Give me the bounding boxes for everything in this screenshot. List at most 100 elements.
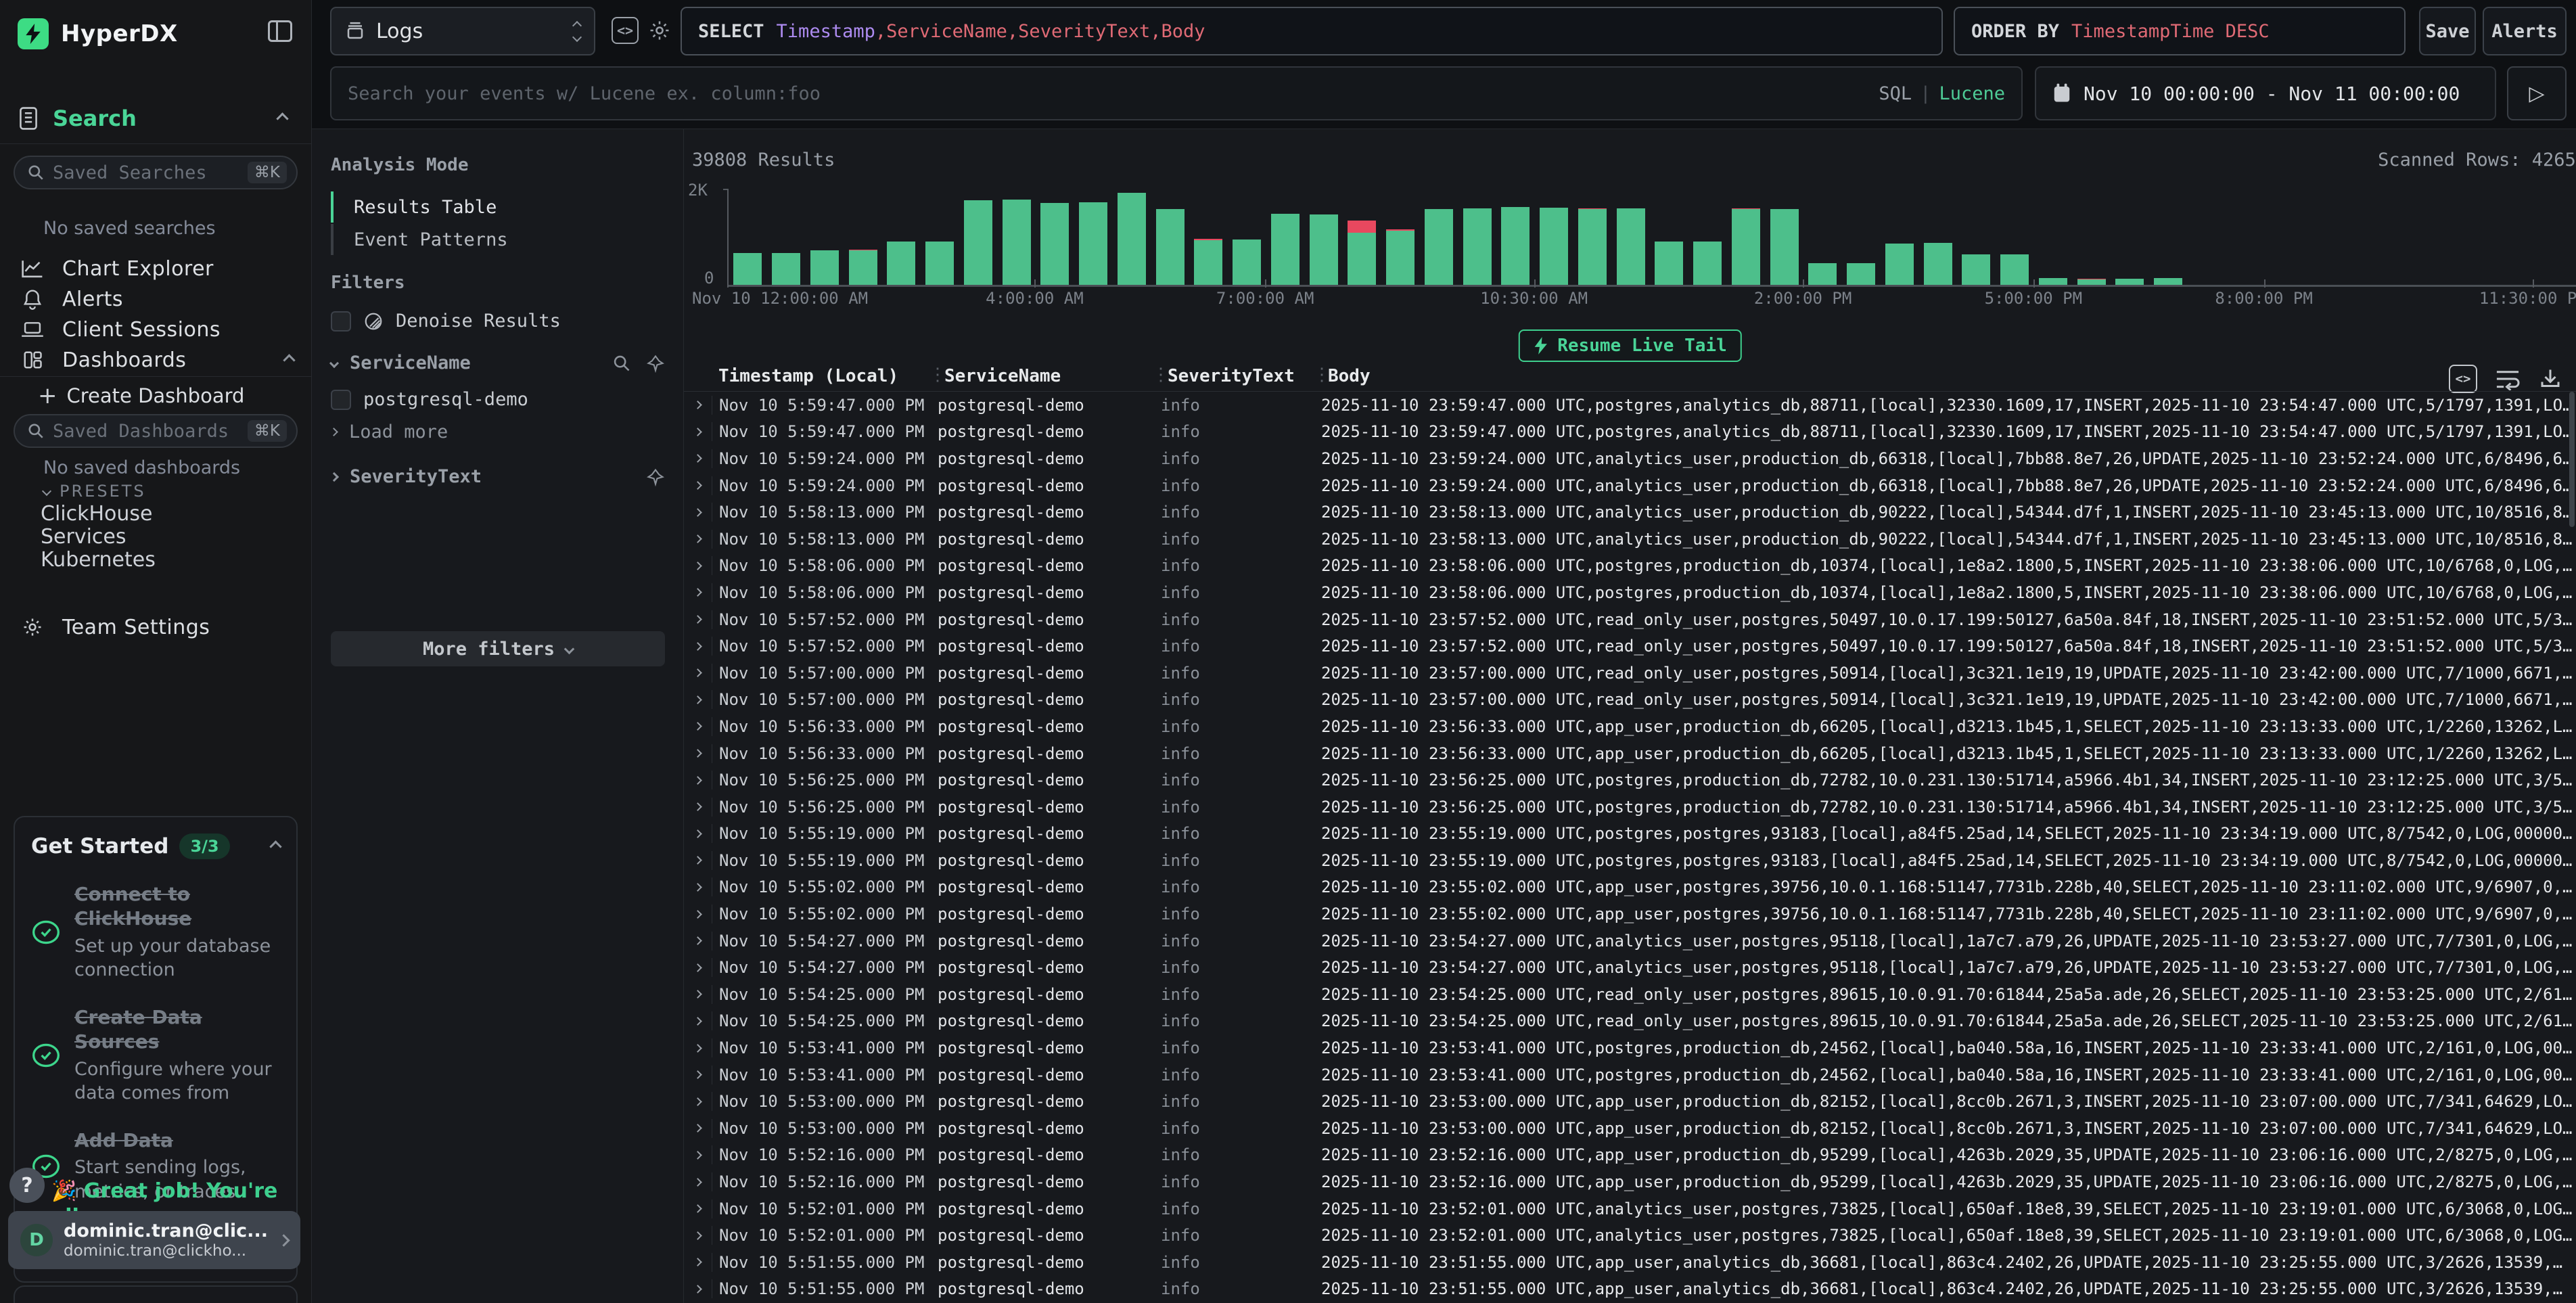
table-row[interactable]: Nov 10 5:57:52.000 PM postgresql-demo in…: [684, 606, 2576, 633]
expand-row-button[interactable]: [684, 965, 712, 971]
expand-row-button[interactable]: [684, 402, 712, 408]
histogram-bar[interactable]: [1003, 200, 1031, 285]
table-row[interactable]: Nov 10 5:53:41.000 PM postgresql-demo in…: [684, 1034, 2576, 1061]
expand-row-button[interactable]: [684, 1233, 712, 1239]
table-row[interactable]: Nov 10 5:54:27.000 PM postgresql-demo in…: [684, 928, 2576, 955]
expand-row-button[interactable]: [684, 482, 712, 488]
pin-icon[interactable]: [646, 354, 665, 373]
denoise-checkbox[interactable]: [331, 311, 351, 332]
sidebar-item-alerts[interactable]: Alerts: [0, 284, 311, 314]
expand-row-button[interactable]: [684, 1018, 712, 1024]
sidebar-collapse-icon[interactable]: [268, 20, 292, 42]
table-row[interactable]: Nov 10 5:54:25.000 PM postgresql-demo in…: [684, 981, 2576, 1008]
mode-results-table[interactable]: Results Table: [331, 191, 662, 223]
create-dashboard-button[interactable]: + Create Dashboard: [38, 382, 244, 409]
filter-value-postgresql-demo[interactable]: postgresql-demo: [331, 389, 665, 410]
order-by-input[interactable]: ORDER BYTimestampTime DESC: [1954, 7, 2406, 55]
histogram-bar[interactable]: [1386, 229, 1414, 285]
histogram-bar[interactable]: [1079, 202, 1107, 285]
histogram-bar[interactable]: [2000, 254, 2029, 285]
expand-row-button[interactable]: [684, 938, 712, 944]
expand-row-button[interactable]: [684, 616, 712, 622]
table-row[interactable]: Nov 10 5:55:19.000 PM postgresql-demo in…: [684, 847, 2576, 874]
expand-row-button[interactable]: [684, 589, 712, 595]
histogram-bar[interactable]: [1233, 239, 1261, 285]
search-icon[interactable]: [612, 354, 631, 373]
expand-row-button[interactable]: [684, 1152, 712, 1158]
table-row[interactable]: Nov 10 5:59:24.000 PM postgresql-demo in…: [684, 472, 2576, 499]
histogram-bar[interactable]: [1578, 208, 1607, 285]
expand-row-button[interactable]: [684, 911, 712, 917]
histogram-bar[interactable]: [1501, 207, 1530, 285]
histogram-bar[interactable]: [1885, 244, 1914, 285]
table-row[interactable]: Nov 10 5:52:16.000 PM postgresql-demo in…: [684, 1168, 2576, 1195]
expand-row-button[interactable]: [684, 750, 712, 756]
col-header-servicename[interactable]: ServiceName: [944, 366, 1061, 386]
query-settings-button[interactable]: [645, 15, 674, 46]
expand-row-button[interactable]: [684, 804, 712, 810]
table-row[interactable]: Nov 10 5:56:33.000 PM postgresql-demo in…: [684, 740, 2576, 767]
expand-row-button[interactable]: [684, 857, 712, 863]
help-button[interactable]: ?: [9, 1168, 45, 1203]
presets-header[interactable]: PRESETS: [43, 482, 146, 501]
col-header-timestamp[interactable]: Timestamp (Local): [718, 366, 898, 386]
expand-row-button[interactable]: [684, 1259, 712, 1265]
user-profile[interactable]: D dominic.tran@clic... dominic.tran@clic…: [8, 1211, 300, 1269]
expand-row-button[interactable]: [684, 1286, 712, 1292]
table-row[interactable]: Nov 10 5:57:00.000 PM postgresql-demo in…: [684, 660, 2576, 687]
table-row[interactable]: Nov 10 5:58:06.000 PM postgresql-demo in…: [684, 579, 2576, 606]
expand-row-button[interactable]: [684, 831, 712, 837]
histogram-bar[interactable]: [1040, 203, 1069, 285]
save-button[interactable]: Save: [2419, 7, 2476, 55]
table-row[interactable]: Nov 10 5:53:00.000 PM postgresql-demo in…: [684, 1088, 2576, 1115]
histogram-bar[interactable]: [849, 250, 877, 285]
expand-row-button[interactable]: [684, 1045, 712, 1051]
alerts-button[interactable]: Alerts: [2483, 7, 2567, 55]
expand-row-button[interactable]: [684, 991, 712, 997]
table-row[interactable]: Nov 10 5:55:02.000 PM postgresql-demo in…: [684, 874, 2576, 901]
histogram-bar[interactable]: [887, 242, 915, 285]
expand-row-button[interactable]: [684, 777, 712, 783]
histogram-bar[interactable]: [1425, 209, 1453, 285]
table-row[interactable]: Nov 10 5:59:47.000 PM postgresql-demo in…: [684, 419, 2576, 446]
expand-row-button[interactable]: [684, 1099, 712, 1105]
histogram-bar[interactable]: [2115, 279, 2144, 285]
table-row[interactable]: Nov 10 5:51:55.000 PM postgresql-demo in…: [684, 1249, 2576, 1276]
histogram-bar[interactable]: [1118, 193, 1146, 285]
histogram-bar[interactable]: [1962, 254, 1990, 285]
histogram-bar[interactable]: [1540, 208, 1568, 285]
expand-row-button[interactable]: [684, 1072, 712, 1078]
filter-group-servicename[interactable]: ServiceName: [331, 352, 665, 373]
lucene-toggle[interactable]: Lucene: [1939, 83, 2005, 104]
date-range-picker[interactable]: Nov 10 00:00:00 - Nov 11 00:00:00: [2035, 66, 2496, 120]
select-query-input[interactable]: SELECTTimestamp,ServiceName,SeverityText…: [681, 7, 1943, 55]
table-row[interactable]: Nov 10 5:57:52.000 PM postgresql-demo in…: [684, 633, 2576, 660]
event-search-input[interactable]: Search your events w/ Lucene ex. column:…: [330, 66, 2023, 120]
histogram-bar[interactable]: [1732, 208, 1760, 285]
table-row[interactable]: Nov 10 5:53:00.000 PM postgresql-demo in…: [684, 1115, 2576, 1142]
sql-toggle[interactable]: SQL: [1879, 83, 1912, 104]
table-row[interactable]: Nov 10 5:57:00.000 PM postgresql-demo in…: [684, 687, 2576, 714]
filter-group-severitytext[interactable]: SeverityText: [331, 466, 665, 487]
scrollbar[interactable]: [2569, 392, 2575, 527]
histogram-bar[interactable]: [1156, 209, 1184, 285]
preset-clickhouse[interactable]: ClickHouse: [41, 502, 153, 526]
expand-row-button[interactable]: [684, 429, 712, 435]
table-row[interactable]: Nov 10 5:58:13.000 PM postgresql-demo in…: [684, 499, 2576, 526]
sidebar-item-chart-explorer[interactable]: Chart Explorer: [0, 254, 311, 283]
table-row[interactable]: Nov 10 5:58:13.000 PM postgresql-demo in…: [684, 526, 2576, 553]
mode-event-patterns[interactable]: Event Patterns: [331, 224, 662, 255]
sidebar-item-dashboards[interactable]: Dashboards: [0, 345, 311, 375]
source-select[interactable]: Logs: [330, 7, 595, 55]
histogram-bar[interactable]: [810, 250, 839, 285]
histogram-bar[interactable]: [1617, 208, 1645, 285]
load-more[interactable]: Load more: [331, 421, 665, 442]
col-header-body[interactable]: Body: [1328, 366, 1371, 386]
histogram-bar[interactable]: [1924, 243, 1952, 285]
events-histogram[interactable]: 2K 0: [727, 189, 2571, 285]
expand-row-button[interactable]: [684, 643, 712, 649]
expand-row-button[interactable]: [684, 697, 712, 703]
histogram-bar[interactable]: [1348, 221, 1376, 285]
histogram-bar[interactable]: [772, 253, 800, 285]
expand-row-button[interactable]: [684, 670, 712, 676]
